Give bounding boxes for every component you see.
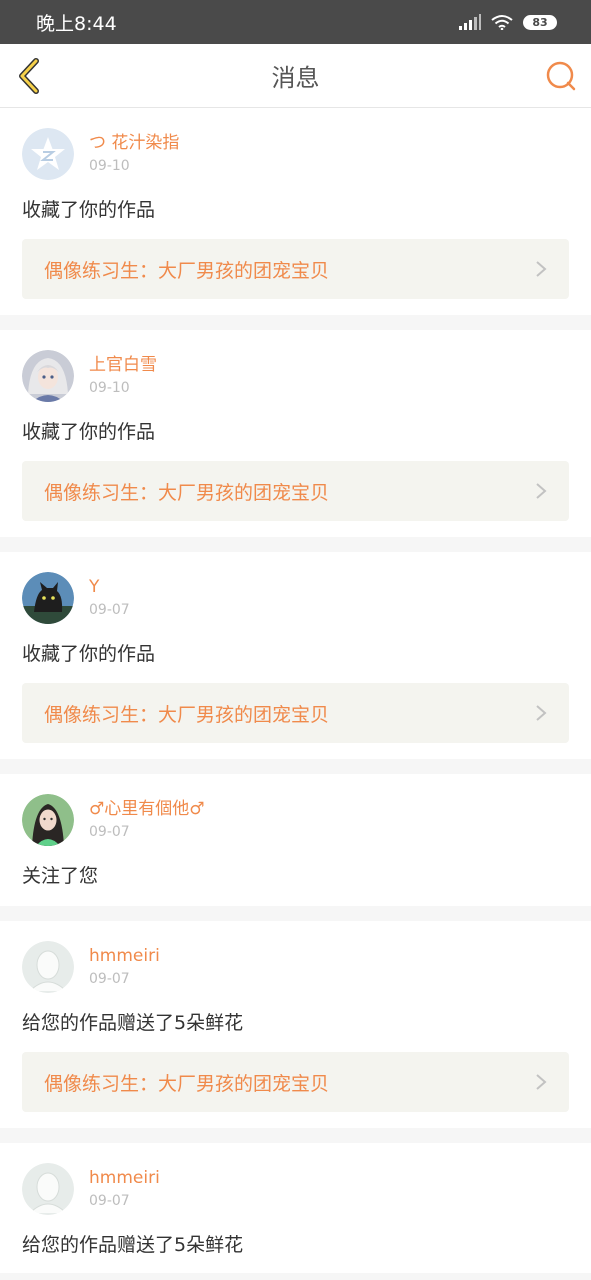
message-date: 09-10 [89, 158, 130, 174]
message-item: hmmeiri 09-07 给您的作品赠送了5朵鲜花 偶像练习生：大厂男孩的团宠… [0, 921, 591, 1128]
message-action: 关注了您 [22, 865, 99, 887]
message-header: 上官白雪 09-10 [22, 350, 569, 402]
qzone-star-icon [22, 128, 74, 180]
work-link[interactable]: 偶像练习生：大厂男孩的团宠宝贝 [22, 461, 569, 521]
avatar[interactable] [22, 1163, 74, 1215]
user-name[interactable]: ♂心里有個他♂ [89, 798, 204, 820]
status-icons: 83 [459, 14, 557, 30]
work-link[interactable]: 偶像练习生：大厂男孩的团宠宝贝 [22, 1052, 569, 1112]
message-header: つ 花汁染指 09-10 [22, 128, 569, 180]
message-date: 09-10 [89, 380, 130, 396]
message-item: ♂心里有個他♂ 09-07 关注了您 [0, 774, 591, 906]
photo-avatar [22, 794, 74, 846]
message-action: 收藏了你的作品 [22, 421, 156, 443]
message-item: hmmeiri 09-07 给您的作品赠送了5朵鲜花 [0, 1143, 591, 1273]
page-title: 消息 [271, 64, 320, 92]
work-title: 偶像练习生：大厂男孩的团宠宝贝 [44, 481, 330, 504]
message-header: hmmeiri 09-07 [22, 1163, 569, 1215]
message-header: hmmeiri 09-07 [22, 941, 569, 993]
message-header: Y 09-07 [22, 572, 569, 624]
message-item: つ 花汁染指 09-10 收藏了你的作品 偶像练习生：大厂男孩的团宠宝贝 [0, 108, 591, 315]
search-icon[interactable] [545, 60, 577, 92]
battery-icon: 83 [523, 14, 557, 30]
work-title: 偶像练习生：大厂男孩的团宠宝贝 [44, 1072, 330, 1095]
message-date: 09-07 [89, 602, 130, 618]
anime-girl-avatar [22, 350, 74, 402]
message-header: ♂心里有個他♂ 09-07 [22, 794, 569, 846]
user-name[interactable]: 上官白雪 [89, 354, 157, 376]
message-date: 09-07 [89, 1193, 130, 1209]
user-name[interactable]: hmmeiri [89, 945, 160, 967]
back-chevron-icon[interactable] [14, 58, 44, 94]
chevron-right-icon [536, 705, 547, 721]
status-time: 晚上8:44 [36, 12, 117, 35]
message-item: Y 09-07 收藏了你的作品 偶像练习生：大厂男孩的团宠宝贝 [0, 552, 591, 759]
default-person-avatar [22, 941, 74, 993]
cat-avatar [22, 572, 74, 624]
message-action: 给您的作品赠送了5朵鲜花 [22, 1012, 244, 1034]
message-action: 给您的作品赠送了5朵鲜花 [22, 1234, 244, 1256]
message-action: 收藏了你的作品 [22, 643, 156, 665]
message-action: 收藏了你的作品 [22, 199, 156, 221]
default-person-avatar [22, 1163, 74, 1215]
message-date: 09-07 [89, 824, 130, 840]
avatar[interactable] [22, 128, 74, 180]
avatar[interactable] [22, 572, 74, 624]
user-name[interactable]: hmmeiri [89, 1167, 160, 1189]
header-bar: 消息 [0, 44, 591, 108]
user-name[interactable]: Y [89, 576, 130, 598]
chevron-right-icon [536, 1074, 547, 1090]
work-link[interactable]: 偶像练习生：大厂男孩的团宠宝贝 [22, 683, 569, 743]
work-title: 偶像练习生：大厂男孩的团宠宝贝 [44, 259, 330, 282]
status-bar: 晚上8:44 83 [0, 0, 591, 44]
work-title: 偶像练习生：大厂男孩的团宠宝贝 [44, 703, 330, 726]
user-name[interactable]: つ 花汁染指 [89, 132, 179, 154]
message-item: 上官白雪 09-10 收藏了你的作品 偶像练习生：大厂男孩的团宠宝贝 [0, 330, 591, 537]
avatar[interactable] [22, 794, 74, 846]
chevron-right-icon [536, 261, 547, 277]
message-list: つ 花汁染指 09-10 收藏了你的作品 偶像练习生：大厂男孩的团宠宝贝 上官白… [0, 108, 591, 1273]
signal-icon [459, 14, 481, 30]
avatar[interactable] [22, 350, 74, 402]
work-link[interactable]: 偶像练习生：大厂男孩的团宠宝贝 [22, 239, 569, 299]
chevron-right-icon [536, 483, 547, 499]
message-date: 09-07 [89, 971, 130, 987]
avatar[interactable] [22, 941, 74, 993]
wifi-icon [491, 15, 513, 30]
